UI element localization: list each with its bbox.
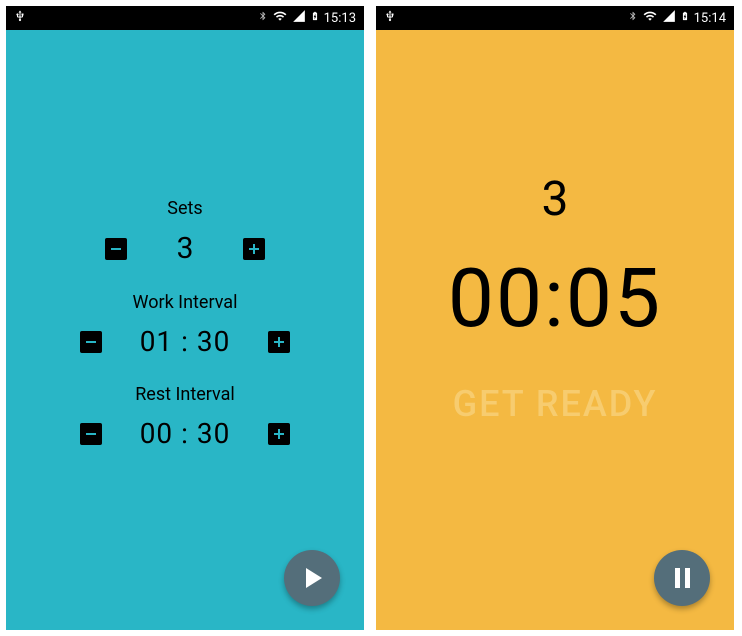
sets-row: 3 [105,231,265,266]
sets-label: Sets [167,198,202,219]
bluetooth-icon [628,9,638,27]
minus-icon [86,433,96,435]
wifi-icon [272,9,288,27]
rest-interval-label: Rest Interval [135,384,235,405]
countdown-sets: 3 [542,170,569,227]
wifi-icon [642,9,658,27]
work-interval-label: Work Interval [133,292,238,313]
plus-icon [274,429,284,439]
battery-icon [680,8,690,28]
status-left [14,8,26,28]
countdown-time: 00:05 [448,251,662,347]
work-plus-button[interactable] [268,331,290,353]
countdown-screen: 3 00:05 GET READY [376,30,734,630]
play-icon [306,568,322,588]
sets-value: 3 [155,231,215,266]
battery-icon [310,8,320,28]
rest-interval-value: 00 : 30 [130,417,240,450]
minus-icon [86,341,96,343]
rest-minus-button[interactable] [80,423,102,445]
pause-icon [675,568,690,588]
usb-icon [14,8,26,28]
sets-minus-button[interactable] [105,238,127,260]
phone-right: 15:14 3 00:05 GET READY [376,6,734,630]
status-time: 15:13 [324,11,356,26]
pause-button[interactable] [654,550,710,606]
rest-plus-button[interactable] [268,423,290,445]
status-right: 15:14 [628,8,726,28]
work-interval-row: 01 : 30 [80,325,290,358]
status-right: 15:13 [258,8,356,28]
plus-icon [274,337,284,347]
signal-icon [292,9,306,27]
minus-icon [111,248,121,250]
countdown-content: 3 00:05 GET READY [376,30,734,425]
config-screen: Sets 3 Work Interval 01 : 30 [6,30,364,630]
plus-icon [249,244,259,254]
bluetooth-icon [258,9,268,27]
work-interval-value: 01 : 30 [130,325,240,358]
config-content: Sets 3 Work Interval 01 : 30 [6,30,364,450]
signal-icon [662,9,676,27]
status-left [384,8,396,28]
work-minus-button[interactable] [80,331,102,353]
status-bar: 15:13 [6,6,364,30]
usb-icon [384,8,396,28]
countdown-status: GET READY [453,383,658,425]
play-button[interactable] [284,550,340,606]
sets-plus-button[interactable] [243,238,265,260]
status-bar: 15:14 [376,6,734,30]
rest-interval-row: 00 : 30 [80,417,290,450]
phone-left: 15:13 Sets 3 Work Interval 01 : 30 [6,6,364,630]
status-time: 15:14 [694,11,726,26]
